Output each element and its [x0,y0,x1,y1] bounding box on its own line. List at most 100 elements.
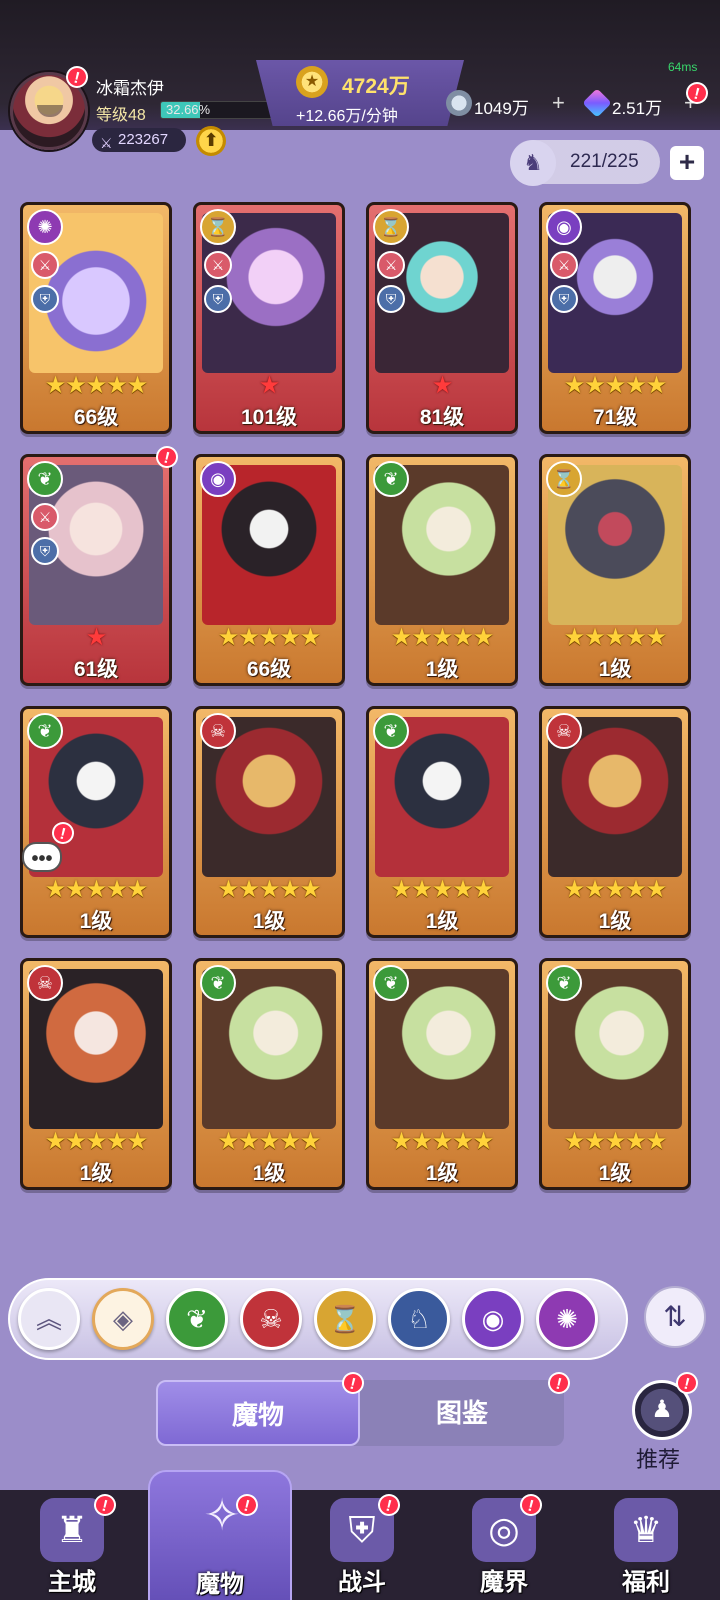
star-rating: ★★★★★ [563,372,668,399]
monster-card[interactable]: ✺ ⚔ ⛨ ★★★★★ 66级 [20,202,172,434]
gold-amount: 4724万 [342,75,410,98]
defender-role-icon: ⛨ [204,285,232,313]
faction-demon-icon: ☠ [27,965,63,1001]
monster-level: 71级 [592,406,638,429]
faction-eye-icon: ◉ [546,209,582,245]
nav-realm-label: 魔界 [480,1569,528,1596]
defender-role-icon: ⛨ [31,285,59,313]
monster-card[interactable]: ◉ ⚔ ⛨ ★★★★★ 71级 [539,202,691,434]
monster-level: 1级 [79,910,113,933]
faction-leaf-icon: ❦ [546,965,582,1001]
faction-leaf-icon: ❦ [373,965,409,1001]
roster-count: 221/225 [570,151,639,172]
nav-welfare-label: 福利 [622,1569,670,1596]
monster-card[interactable]: ⌛ ⚔ ⛨ ★ 101级 [193,202,345,434]
filter-leaf-icon[interactable]: ❦ [166,1288,228,1350]
star-rating: ★★★★★ [44,1128,149,1155]
silver-amount: 1049万 [474,99,529,118]
combat-power-value: 223267 [118,131,169,148]
filter-demon-icon[interactable]: ☠ [240,1288,302,1350]
silver-coin-icon [446,90,472,116]
add-silver-button[interactable]: + [552,90,565,116]
faction-hourglass-icon: ⌛ [546,461,582,497]
gold-rate: +12.66万/分钟 [296,108,398,125]
monster-card[interactable]: ❦ ★★★★★ 1级 [20,706,172,938]
monster-level: 1级 [425,658,459,681]
nav-monsters-label: 魔物 [196,1571,244,1598]
monster-level: 61级 [73,658,119,681]
attacker-role-icon: ⚔ [31,251,59,279]
star-rating: ★★★★★ [44,372,149,399]
filter-eye-icon[interactable]: ◉ [462,1288,524,1350]
filter-vortex-icon[interactable]: ✺ [536,1288,598,1350]
monster-roster-icon: ♞ [510,140,556,186]
expand-roster-button[interactable]: + [670,146,704,180]
monster-grid: ✺ ⚔ ⛨ ★★★★★ 66级 ⌛ ⚔ ⛨ ★ 101级 ⌛ ⚔ ⛨ ★ 81级 ◉ ⚔ ⛨ ★★★★★ 71级 ❦ ⚔ ⛨… [0,196,720,1242]
star-rating: ★★★★★ [563,624,668,651]
monster-level: 66级 [246,658,292,681]
faction-vortex-icon: ✺ [27,209,63,245]
monster-level: 1级 [598,910,632,933]
recommend-label: 推荐 [636,1447,681,1472]
monster-level: 1级 [425,1162,459,1185]
monster-card[interactable]: ☠ ★★★★★ 1级 [20,958,172,1190]
chat-bubble-icon[interactable]: ••• [22,842,62,872]
monster-card[interactable]: ☠ ★★★★★ 1级 [193,706,345,938]
monster-card[interactable]: ❦ ★★★★★ 1级 [193,958,345,1190]
nav-battle-label: 战斗 [338,1569,386,1596]
xp-percent: 32.66% [166,102,211,117]
faction-leaf-icon: ❦ [27,461,63,497]
nav-battle[interactable]: ⛨ 战斗 [290,1490,434,1600]
monster-card[interactable]: ⌛ ★★★★★ 1级 [539,454,691,686]
collapse-filter-button[interactable]: ︽ [18,1288,80,1350]
monster-level: 1级 [425,910,459,933]
star-rating: ★ [431,372,454,399]
sort-order-button[interactable]: ⇅ [644,1286,706,1348]
filter-dragon-icon[interactable]: ♘ [388,1288,450,1350]
faction-leaf-icon: ❦ [373,713,409,749]
faction-eye-icon: ◉ [200,461,236,497]
star-rating: ★ [85,624,108,651]
nav-realm[interactable]: ◎ 魔界 [432,1490,576,1600]
monster-card[interactable]: ◉ ★★★★★ 66级 [193,454,345,686]
faction-hourglass-icon: ⌛ [200,209,236,245]
faction-demon-icon: ☠ [200,713,236,749]
monster-card[interactable]: ❦ ★★★★★ 1级 [539,958,691,1190]
attacker-role-icon: ⚔ [204,251,232,279]
star-rating: ★★★★★ [217,624,322,651]
monster-card[interactable]: ❦ ★★★★★ 1级 [366,958,518,1190]
player-name: 冰霜杰伊 [96,79,164,98]
filter-hourglass-icon[interactable]: ⌛ [314,1288,376,1350]
defender-role-icon: ⛨ [31,537,59,565]
monster-level: 1级 [252,1162,286,1185]
combat-power: ⚔ 223267 [92,128,186,152]
monster-card[interactable]: ⌛ ⚔ ⛨ ★ 81级 [366,202,518,434]
star-rating: ★★★★★ [390,624,495,651]
monster-card[interactable]: ❦ ★★★★★ 1级 [366,454,518,686]
gold-coin-icon: ★ [296,66,328,98]
monster-card[interactable]: ☠ ★★★★★ 1级 [539,706,691,938]
attacker-role-icon: ⚔ [550,251,578,279]
attacker-role-icon: ⚔ [377,251,405,279]
faction-leaf-icon: ❦ [200,965,236,1001]
faction-leaf-icon: ❦ [373,461,409,497]
monster-level: 81级 [419,406,465,429]
monster-level: 1级 [598,1162,632,1185]
monster-level: 66级 [73,406,119,429]
tab-monsters[interactable]: 魔物 [156,1380,360,1446]
sword-icon: ⚔ [100,135,113,151]
power-up-arrow-icon[interactable]: ⬆ [196,126,226,156]
filter-all-icon[interactable]: ◈ [92,1288,154,1350]
monster-level: 1级 [598,658,632,681]
star-rating: ★★★★★ [217,876,322,903]
tab-codex[interactable]: 图鉴 [360,1380,564,1446]
faction-leaf-icon: ❦ [27,713,63,749]
nav-monsters[interactable]: ✧ 魔物 [148,1470,292,1600]
nav-city[interactable]: ♜ 主城 [0,1490,144,1600]
star-rating: ★★★★★ [390,1128,495,1155]
monster-card[interactable]: ❦ ★★★★★ 1级 [366,706,518,938]
gem-amount: 2.51万 [612,99,663,118]
monster-card[interactable]: ❦ ⚔ ⛨ ★ 61级 [20,454,172,686]
monster-level: 1级 [79,1162,113,1185]
nav-welfare[interactable]: ♛ 福利 [574,1490,718,1600]
